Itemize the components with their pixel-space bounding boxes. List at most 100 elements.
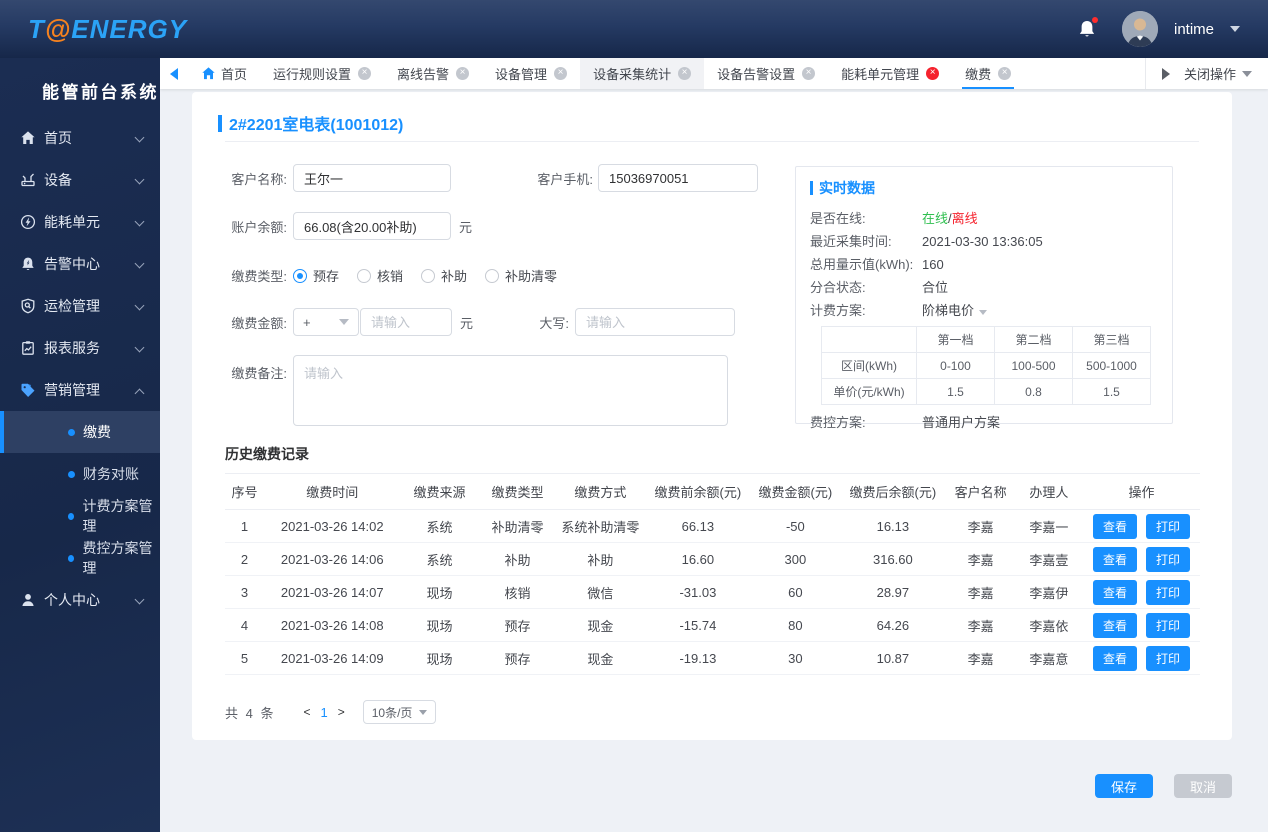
- close-icon[interactable]: [998, 66, 1012, 80]
- radio-subsidy[interactable]: 补助: [421, 266, 467, 285]
- remark-textarea[interactable]: [293, 355, 728, 426]
- tabs-scroll-left-icon[interactable]: [170, 67, 178, 80]
- avatar-image: [1121, 11, 1158, 47]
- user-avatar[interactable]: [1121, 11, 1158, 47]
- billing-plan-dropdown[interactable]: 阶梯电价: [922, 299, 988, 322]
- sidebar-item-energy-units[interactable]: 能耗单元: [0, 201, 160, 243]
- radio-prepay[interactable]: 预存: [293, 266, 339, 285]
- chevron-down-icon: [136, 134, 144, 142]
- payment-card: 2#2201室电表(1001012) 客户名称: 客户手机: 账户余额: 元 缴…: [192, 92, 1232, 740]
- tab-offline-alarm[interactable]: 离线告警: [384, 58, 482, 89]
- chevron-down-icon: [419, 709, 428, 715]
- app-root: T@ENERGY intime 能管前台系统 首页 设备 能耗单元 告警中心 运…: [0, 0, 1268, 832]
- sidebar-subitem-fee-control-plan[interactable]: 费控方案管理: [0, 537, 160, 579]
- view-button[interactable]: 查看: [1092, 612, 1137, 638]
- radio-circle-icon: [293, 268, 307, 283]
- chevron-down-icon: [136, 302, 144, 310]
- chevron-down-icon: [136, 596, 144, 604]
- sidebar-subitem-billing-plan[interactable]: 计费方案管理: [0, 495, 160, 537]
- bullet-dot-icon: [68, 554, 75, 562]
- switch-state-row: 分合状态: 合位: [810, 280, 949, 295]
- view-button[interactable]: 查看: [1092, 579, 1137, 605]
- logo-at-icon: @: [44, 13, 72, 44]
- user-icon: [20, 592, 37, 609]
- next-page-icon[interactable]: >: [332, 705, 351, 719]
- tabbar-end: 关闭操作: [1144, 58, 1262, 89]
- chevron-down-icon: [979, 310, 988, 315]
- sidebar-subitem-payment[interactable]: 缴费: [0, 411, 160, 453]
- sidebar: 能管前台系统 首页 设备 能耗单元 告警中心 运检管理 报表服务 营销管理 缴费…: [0, 58, 160, 832]
- tab-device-alarm-settings[interactable]: 设备告警设置: [704, 58, 828, 89]
- customer-name-input[interactable]: [293, 164, 451, 192]
- tab-run-rules[interactable]: 运行规则设置: [260, 58, 384, 89]
- customer-phone-input[interactable]: [598, 164, 758, 192]
- logo-text-rest: ENERGY: [71, 13, 188, 44]
- print-button[interactable]: 打印: [1146, 645, 1191, 671]
- chevron-down-icon: [136, 344, 144, 352]
- tab-energy-unit-management[interactable]: 能耗单元管理: [828, 58, 952, 89]
- page-size-select[interactable]: 10条/页: [362, 700, 437, 724]
- main-content: 2#2201室电表(1001012) 客户名称: 客户手机: 账户余额: 元 缴…: [160, 89, 1268, 832]
- chevron-down-icon: [1242, 70, 1252, 77]
- radio-writeoff[interactable]: 核销: [357, 266, 403, 285]
- realtime-data-panel: 实时数据 是否在线: 在线/离线 最近采集时间: 2021-03-30 13:3…: [795, 166, 1173, 430]
- page-title: 2#2201室电表(1001012): [218, 111, 403, 135]
- topbar-right: intime: [1074, 11, 1240, 47]
- close-icon[interactable]: [802, 66, 816, 80]
- alarm-bell-icon: [20, 256, 37, 273]
- total-count: 共 4 条: [225, 705, 276, 721]
- total-usage-row: 总用量示值(kWh): 160: [810, 257, 944, 272]
- form-row-balance: 账户余额: 元: [225, 212, 472, 240]
- print-button[interactable]: 打印: [1146, 579, 1191, 605]
- view-button[interactable]: 查看: [1092, 513, 1137, 539]
- form-row-remark: 缴费备注:: [225, 355, 728, 426]
- account-balance-input[interactable]: [293, 212, 451, 240]
- sidebar-item-personal-center[interactable]: 个人中心: [0, 579, 160, 621]
- amount-sign-select[interactable]: +: [293, 308, 359, 336]
- sidebar-item-marketing[interactable]: 营销管理: [0, 369, 160, 411]
- notifications-button[interactable]: [1074, 16, 1100, 42]
- amount-in-words-input[interactable]: [575, 308, 736, 336]
- close-icon[interactable]: [358, 66, 372, 80]
- close-operations-dropdown[interactable]: 关闭操作: [1184, 64, 1262, 83]
- close-icon[interactable]: [678, 66, 692, 80]
- print-button[interactable]: 打印: [1146, 546, 1191, 572]
- sidebar-item-devices[interactable]: 设备: [0, 159, 160, 201]
- sidebar-subitem-finance-reconciliation[interactable]: 财务对账: [0, 453, 160, 495]
- tab-device-management[interactable]: 设备管理: [482, 58, 580, 89]
- tab-home[interactable]: 首页: [188, 58, 260, 89]
- save-button[interactable]: 保存: [1095, 774, 1153, 798]
- footer-actions: 保存 取消: [1095, 774, 1232, 798]
- print-button[interactable]: 打印: [1146, 513, 1191, 539]
- tabs: 首页 运行规则设置 离线告警 设备管理 设备采集统计 设备告警设置: [188, 58, 1145, 89]
- amount-input[interactable]: [360, 308, 452, 336]
- sidebar-item-reports[interactable]: 报表服务: [0, 327, 160, 369]
- sidebar-item-alarm-center[interactable]: 告警中心: [0, 243, 160, 285]
- page-number[interactable]: 1: [316, 705, 331, 720]
- radio-circle-icon: [357, 268, 372, 283]
- form-row-customer: 客户名称: 客户手机:: [225, 164, 758, 192]
- tabs-scroll-right-icon[interactable]: [1161, 67, 1170, 80]
- sidebar-item-inspection[interactable]: 运检管理: [0, 285, 160, 327]
- tab-payment[interactable]: 缴费: [952, 58, 1024, 89]
- close-icon[interactable]: [554, 66, 568, 80]
- user-menu-caret-icon[interactable]: [1230, 26, 1240, 32]
- table-header-row: 序号 缴费时间 缴费来源 缴费类型 缴费方式 缴费前余额(元) 缴费金额(元) …: [225, 474, 1200, 510]
- table-row: 2 2021-03-26 14:06 系统 补助 补助 16.60 300 31…: [225, 543, 1200, 576]
- report-icon: [20, 340, 37, 357]
- form-row-pay-type: 缴费类型: 预存 核销 补助 补助清零: [225, 266, 575, 285]
- tier-price-table: 第一档 第二档 第三档 区间(kWh) 0-100 100-500 500-10…: [821, 326, 1151, 405]
- close-icon-red[interactable]: [926, 66, 940, 80]
- prev-page-icon[interactable]: <: [297, 705, 316, 719]
- bullet-dot-icon: [68, 470, 75, 478]
- view-button[interactable]: 查看: [1092, 546, 1137, 572]
- username-label[interactable]: intime: [1174, 21, 1214, 38]
- close-icon[interactable]: [456, 66, 470, 80]
- sidebar-title: 能管前台系统: [42, 83, 159, 102]
- sidebar-item-home[interactable]: 首页: [0, 117, 160, 159]
- radio-subsidy-clear[interactable]: 补助清零: [485, 266, 557, 285]
- print-button[interactable]: 打印: [1146, 612, 1191, 638]
- view-button[interactable]: 查看: [1092, 645, 1137, 671]
- tab-device-collect-stats[interactable]: 设备采集统计: [580, 58, 705, 89]
- cancel-button[interactable]: 取消: [1174, 774, 1232, 798]
